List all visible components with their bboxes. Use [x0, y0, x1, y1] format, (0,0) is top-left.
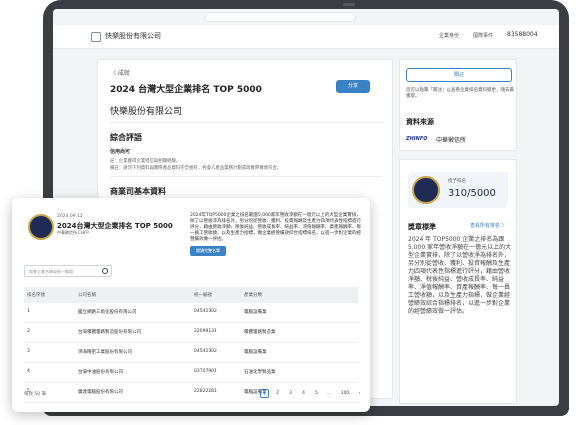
cell-industry: 電腦設備業 [244, 310, 267, 315]
cell-tax-id: 22099131 [194, 329, 217, 334]
divider [110, 176, 382, 177]
popup-date: 2024.09.12 [57, 214, 83, 219]
company-search-input[interactable]: 搜尋企業名稱或統一編號 [24, 265, 112, 277]
cell-company: 台灣中油股份有限公司 [78, 370, 123, 375]
section-basic-title: 商業司基本資料 [110, 187, 166, 196]
source-logo: ZHINFO [406, 136, 428, 142]
browser-bar [53, 9, 559, 25]
page-ellipsis: … [327, 391, 332, 396]
credit-note-2: 備註：請勿下列資料與實際產品資料完全相符，各會人產品業務計劃或政實際實情符合。 [110, 166, 282, 171]
page-button[interactable]: 5 [312, 389, 321, 398]
popup-subtitle: 中華徵信所 CHFP [57, 230, 89, 235]
cell-industry: 電腦設備業 [244, 350, 267, 355]
next-page-button[interactable]: › [355, 389, 364, 398]
column-header: 公司名稱 [78, 293, 96, 298]
cell-industry: 石油化學製品業 [244, 370, 276, 375]
search-icon[interactable] [102, 268, 108, 274]
page-button[interactable]: 100 [338, 389, 352, 398]
table-header: 排名序號 公司名稱 統一編號 產業分類 [24, 287, 358, 303]
cell-industry: 積體電路製造業 [244, 330, 276, 335]
score-label: 授予排名 [448, 179, 466, 184]
popup-description: 2024年TOP5000企業之排名範圍5,000家年營收淨額在一億元以上的大型企… [190, 213, 361, 242]
cell-company: 廣達電腦股份有限公司 [78, 390, 123, 395]
table-row[interactable]: 3 鴻海精密工業股份有限公司 04541302 電腦設備業 [24, 343, 358, 363]
favorite-card: 關註 您可以點擊「關注」以查看企業排名資料變更，隨去最獲取。 資料來源 ZHIN… [399, 59, 517, 151]
criteria-description: 2024 年 TOP5000 企業之排名為跟 5,000 家年營收淨額在一億元以… [408, 236, 512, 315]
cell-rank: 2 [27, 329, 30, 334]
pagination: ‹ 1 2 3 4 5 … 100 › [248, 389, 364, 399]
ranking-table: 排名序號 公司名稱 統一編號 產業分類 1 國立網路三角化股份有限公司 0454… [24, 287, 358, 403]
read-full-list-button[interactable]: 閱讀完整名單 [190, 246, 226, 256]
ranking-popup: 2024.09.12 2024台灣大型企業排名 TOP 5000 中華徵信所 C… [12, 198, 370, 412]
cell-company: 國立網路三角化股份有限公司 [78, 310, 137, 315]
credit-label: 信用尚可 [110, 149, 131, 155]
share-button[interactable]: 分享 [336, 80, 370, 93]
column-header: 統一編號 [194, 293, 212, 298]
table-row[interactable]: 4 台灣中油股份有限公司 03707901 石油化學製品業 [24, 363, 358, 383]
cell-tax-id: 03707901 [194, 369, 217, 374]
page-button[interactable]: 4 [299, 389, 308, 398]
column-header: 排名序號 [27, 293, 45, 298]
cell-rank: 4 [27, 369, 30, 374]
cell-tax-id: 04541302 [194, 349, 217, 354]
favorite-button[interactable]: 關註 [406, 68, 512, 82]
table-row[interactable]: 2 台灣積體電路製造股份有限公司 22099131 積體電路製造業 [24, 323, 358, 343]
page-button[interactable]: 1 [260, 389, 269, 398]
source-title: 資料來源 [406, 118, 434, 126]
score-box: 授予排名 310/5000 [408, 172, 508, 208]
cell-company: 鴻海精密工業股份有限公司 [78, 350, 132, 355]
score-value: 310/5000 [448, 188, 496, 199]
cell-tax-id: 04541302 [194, 309, 217, 314]
camera [343, 3, 355, 6]
award-badge-icon [28, 214, 54, 240]
credit-note-1: 註：企業獲得企業授信與相關經驗。 [110, 159, 181, 164]
award-badge-icon [412, 176, 440, 204]
cell-company: 台灣積體電路製造股份有限公司 [78, 330, 141, 335]
section-review-title: 綜合評語 [110, 133, 142, 142]
table-row[interactable]: 1 國立網路三角化股份有限公司 04541302 電腦設備業 [24, 303, 358, 323]
app-header: 快樂股份有限公司 企業身份 國際事件 83588004 [53, 25, 559, 49]
favorite-note: 您可以點擊「關注」以查看企業排名資料變更，隨去最獲取。 [406, 88, 514, 99]
criteria-title: 獎章標準 [408, 223, 436, 231]
page-size-label[interactable]: 每頁 50 筆 [24, 391, 46, 397]
company-name: 快樂股份有限公司 [110, 107, 183, 117]
column-header: 產業分類 [244, 293, 262, 298]
divider [110, 122, 382, 123]
address-bar[interactable] [204, 12, 356, 22]
header-company[interactable]: 快樂股份有限公司 [105, 31, 161, 41]
page-title: 2024 台灣大型企業排名 TOP 5000 [110, 85, 262, 95]
cell-rank: 3 [27, 349, 30, 354]
cell-tax-id: 22822281 [194, 389, 217, 394]
header-link-identity[interactable]: 企業身份 [439, 32, 459, 39]
source-link[interactable]: 中華徵信所 [436, 135, 466, 144]
cell-rank: 1 [27, 309, 30, 314]
page-button[interactable]: 3 [286, 389, 295, 398]
search-placeholder: 搜尋企業名稱或統一編號 [29, 269, 73, 274]
view-all-link[interactable]: 查看所有排名 〉 [470, 222, 507, 229]
building-icon [91, 32, 101, 42]
page-button[interactable]: 2 [273, 389, 282, 398]
account-menu[interactable]: 83588004 [507, 31, 538, 38]
prev-page-button[interactable]: ‹ [248, 389, 257, 398]
score-card: 授予排名 310/5000 獎章標準 查看所有排名 〉 2024 年 TOP50… [399, 159, 517, 404]
back-link[interactable]: 〈 成就 [110, 68, 130, 77]
header-link-events[interactable]: 國際事件 [473, 32, 493, 39]
